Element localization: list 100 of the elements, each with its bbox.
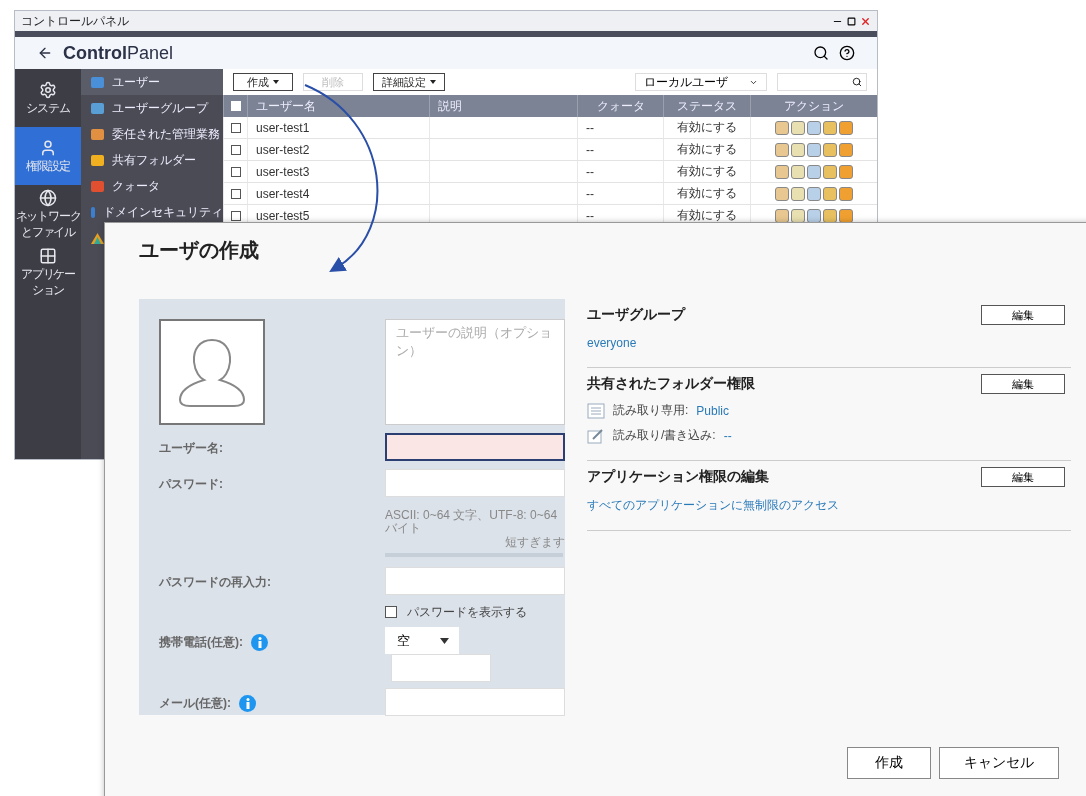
section-title: 共有されたフォルダー権限: [587, 375, 755, 393]
help-icon[interactable]: [839, 45, 855, 61]
row-checkbox[interactable]: [230, 122, 241, 133]
table-cell: --: [577, 183, 663, 205]
folder-link[interactable]: --: [723, 428, 732, 443]
username-field[interactable]: [385, 433, 565, 461]
table-cell: user-test3: [247, 161, 429, 183]
action-icon[interactable]: [791, 186, 805, 201]
permission-label: 読み取り/書き込み:: [613, 427, 716, 444]
section-title: アプリケーション権限の編集: [587, 468, 769, 486]
action-icon[interactable]: [823, 164, 837, 179]
caret-icon: [273, 80, 279, 84]
field-label: 携帯電話(任意):: [159, 633, 243, 651]
close-icon[interactable]: [860, 15, 871, 27]
field-label: パスワード:: [159, 475, 224, 493]
column-header: クォータ: [577, 95, 663, 117]
sidebar-icon: [91, 102, 104, 114]
pencil-note-icon: [587, 427, 605, 444]
description-field[interactable]: ユーザーの説明（オプション）: [385, 319, 565, 425]
action-icon[interactable]: [823, 208, 837, 223]
action-icon[interactable]: [791, 164, 805, 179]
nav-item[interactable]: 権限設定: [15, 127, 81, 185]
password-field[interactable]: [385, 469, 565, 497]
email-field[interactable]: [385, 688, 565, 717]
action-icon[interactable]: [823, 186, 837, 201]
table-cell: 有効にする: [663, 117, 750, 139]
sidebar-item[interactable]: ドメインセキュリティ: [81, 199, 223, 225]
toolbar-button[interactable]: 作成: [233, 73, 293, 91]
dialog-title: ユーザの作成: [139, 238, 260, 263]
sidebar-item[interactable]: ユーザー: [81, 69, 223, 95]
search-field[interactable]: [777, 73, 867, 91]
link[interactable]: すべてのアプリケーションに無制限のアクセス: [587, 494, 839, 512]
sidebar-item[interactable]: 委任された管理業務: [81, 121, 223, 147]
column-header: ステータス: [663, 95, 750, 117]
triangle-icon: [91, 232, 104, 244]
action-icon[interactable]: [839, 164, 853, 179]
nav-item[interactable]: アプリケー ション: [15, 243, 81, 301]
table-cell: --: [577, 161, 663, 183]
permission-label: 読み取り専用:: [613, 402, 689, 419]
nav-label: ション: [31, 284, 65, 297]
sidebar-item[interactable]: ユーザーグループ: [81, 95, 223, 121]
action-icon[interactable]: [807, 142, 821, 157]
action-icon[interactable]: [775, 120, 789, 135]
country-code-dropdown[interactable]: 空: [385, 627, 459, 655]
column-header: アクション: [750, 95, 877, 117]
action-icon[interactable]: [791, 142, 805, 157]
table-cell: 有効にする: [663, 183, 750, 205]
link[interactable]: everyone: [587, 332, 637, 350]
table-cell: user-test2: [247, 139, 429, 161]
section-title: ユーザグループ: [587, 306, 685, 324]
row-checkbox[interactable]: [230, 210, 241, 221]
select-all-checkbox[interactable]: [230, 101, 241, 111]
nav-item[interactable]: ネットワーク とファイル: [15, 185, 81, 243]
action-icon[interactable]: [839, 120, 853, 135]
action-icon[interactable]: [791, 120, 805, 135]
action-icon[interactable]: [839, 186, 853, 201]
table-cell: 有効にする: [663, 139, 750, 161]
row-checkbox[interactable]: [230, 144, 241, 155]
column-header: 説明: [429, 95, 577, 117]
nav-label: アプリケー: [21, 268, 75, 281]
nav-item[interactable]: システム: [15, 69, 81, 127]
password-confirm-field[interactable]: [385, 567, 565, 596]
sidebar-item[interactable]: 共有フォルダー: [81, 147, 223, 173]
action-icon[interactable]: [775, 164, 789, 179]
dialog-button[interactable]: キャンセル: [939, 747, 1059, 779]
table-cell: 有効にする: [663, 161, 750, 183]
info-icon[interactable]: [239, 694, 256, 712]
action-icon[interactable]: [775, 208, 789, 223]
action-icon[interactable]: [823, 120, 837, 135]
sidebar-icon: [91, 180, 104, 192]
action-icon[interactable]: [807, 164, 821, 179]
user-type-dropdown[interactable]: ローカルユーザ: [635, 73, 767, 91]
back-icon[interactable]: [37, 45, 53, 61]
edit-button[interactable]: 編集: [981, 305, 1065, 325]
nav-label: とファイル: [21, 226, 75, 239]
action-icon[interactable]: [775, 142, 789, 157]
table-cell: --: [577, 117, 663, 139]
action-icon[interactable]: [807, 120, 821, 135]
toolbar-button[interactable]: 詳細設定: [373, 73, 445, 91]
action-icon[interactable]: [807, 208, 821, 223]
action-icon[interactable]: [823, 142, 837, 157]
edit-button[interactable]: 編集: [981, 467, 1065, 487]
sidebar-item[interactable]: クォータ: [81, 173, 223, 199]
action-icon[interactable]: [775, 186, 789, 201]
action-icon[interactable]: [839, 142, 853, 157]
search-icon[interactable]: [813, 45, 829, 61]
folder-link[interactable]: Public: [696, 403, 730, 418]
row-checkbox[interactable]: [230, 188, 241, 199]
edit-button[interactable]: 編集: [981, 374, 1065, 394]
nav-label: システム: [26, 102, 70, 115]
action-icon[interactable]: [839, 208, 853, 223]
dialog-button[interactable]: 作成: [847, 747, 931, 779]
info-icon[interactable]: [251, 633, 268, 651]
phone-field[interactable]: [391, 654, 491, 683]
show-password-checkbox[interactable]: パスワードを表示する: [385, 597, 565, 628]
action-icon[interactable]: [791, 208, 805, 223]
maximize-icon[interactable]: [847, 16, 856, 26]
row-checkbox[interactable]: [230, 166, 241, 177]
window-title: コントロールパネル: [21, 12, 129, 30]
action-icon[interactable]: [807, 186, 821, 201]
